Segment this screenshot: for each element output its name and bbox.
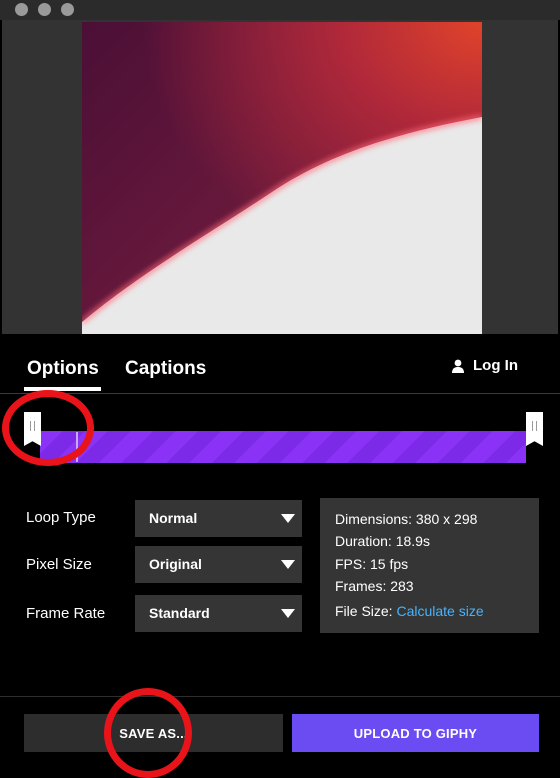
frame-rate-value: Standard	[149, 605, 210, 621]
close-window-button[interactable]	[15, 3, 28, 16]
loop-type-value: Normal	[149, 510, 198, 526]
loop-type-select[interactable]: Normal	[135, 500, 302, 537]
playhead-marker	[76, 432, 78, 462]
login-label: Log In	[473, 357, 518, 374]
upload-label: UPLOAD TO GIPHY	[353, 725, 478, 741]
gif-frame-image	[82, 115, 482, 334]
file-size-row: File Size: Calculate size	[335, 603, 484, 619]
zoom-window-button[interactable]	[61, 3, 74, 16]
tab-bar: Options Captions Log In	[0, 340, 560, 394]
trim-range-bar[interactable]	[40, 431, 526, 463]
upload-to-giphy-button[interactable]: UPLOAD TO GIPHY	[292, 714, 539, 752]
trim-end-handle[interactable]	[526, 412, 543, 446]
preview-area	[2, 20, 558, 334]
save-as-label: SAVE AS...	[119, 725, 188, 741]
pixel-size-select[interactable]: Original	[135, 546, 302, 583]
grip-line	[34, 421, 35, 431]
user-icon	[452, 359, 464, 373]
pixel-size-label: Pixel Size	[26, 556, 92, 573]
app-window: Options Captions Log In Loop Type Normal…	[0, 0, 560, 778]
title-bar	[0, 0, 560, 20]
file-size-label: File Size:	[335, 603, 393, 619]
pixel-size-value: Original	[149, 556, 202, 572]
tab-captions[interactable]: Captions	[125, 358, 206, 380]
tab-options[interactable]: Options	[27, 358, 99, 380]
grip-line	[532, 421, 533, 431]
gif-info-panel: Dimensions: 380 x 298 Duration: 18.9s FP…	[320, 498, 539, 633]
grip-line	[536, 421, 537, 431]
caret-down-icon	[281, 560, 295, 569]
caret-down-icon	[281, 514, 295, 523]
footer-divider	[0, 696, 560, 697]
calculate-size-link[interactable]: Calculate size	[396, 603, 483, 619]
fps-text: FPS: 15 fps	[335, 556, 409, 572]
frame-rate-select[interactable]: Standard	[135, 595, 302, 632]
frame-rate-label: Frame Rate	[26, 605, 106, 622]
dimensions-text: Dimensions: 380 x 298	[335, 511, 478, 527]
active-tab-indicator	[24, 387, 101, 391]
loop-type-label: Loop Type	[26, 509, 96, 526]
save-as-button[interactable]: SAVE AS...	[24, 714, 283, 752]
frames-text: Frames: 283	[335, 578, 414, 594]
trim-slider[interactable]	[24, 410, 544, 470]
caret-down-icon	[281, 609, 295, 618]
minimize-window-button[interactable]	[38, 3, 51, 16]
gif-preview	[82, 22, 482, 334]
trim-start-handle[interactable]	[24, 412, 41, 446]
login-button[interactable]: Log In	[451, 357, 518, 374]
duration-text: Duration: 18.9s	[335, 533, 430, 549]
grip-line	[30, 421, 31, 431]
